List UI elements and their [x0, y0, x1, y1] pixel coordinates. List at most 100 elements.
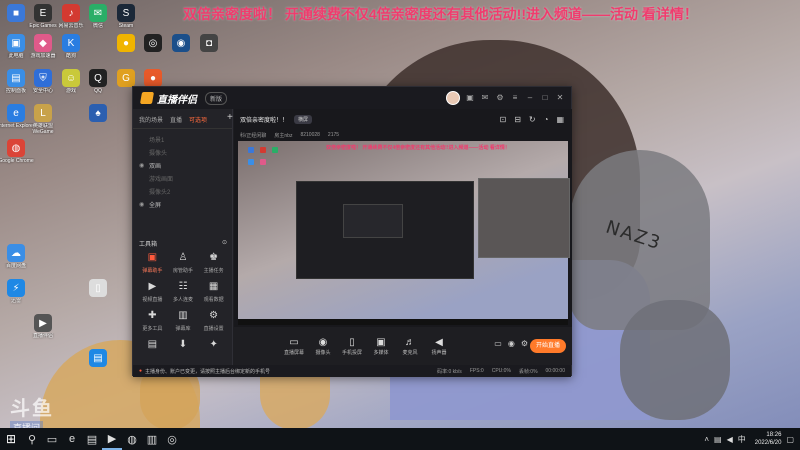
tab-my-scenes[interactable]: 我的场景	[139, 115, 163, 124]
source-icon: ▯	[349, 336, 355, 348]
message-icon[interactable]: ✉	[480, 93, 490, 103]
taskbar-app-icon[interactable]: e	[62, 428, 82, 450]
gear-icon[interactable]: ⚙	[521, 339, 528, 348]
input-method-icon[interactable]: 中	[738, 434, 746, 445]
tool-item[interactable]: ✦	[198, 338, 229, 354]
tool-item[interactable]: ▣ 弹幕助手	[137, 251, 168, 274]
tool-item[interactable]: ▦ 观看数据	[198, 280, 229, 303]
tab-live[interactable]: 直播	[170, 115, 182, 124]
scene-item[interactable]: 场景1	[139, 133, 226, 146]
taskbar-app-icon[interactable]: ▤	[82, 428, 102, 450]
scene-item[interactable]: 摄像头2	[139, 185, 226, 198]
desktop-icon-label	[189, 53, 229, 65]
tool-item[interactable]: ✚ 更多工具	[137, 309, 168, 332]
tool-item[interactable]: ♚ 主播任务	[198, 251, 229, 274]
desktop-icon[interactable]: ⚡ 迅雷	[0, 279, 36, 310]
taskbar-app-icon[interactable]: ◎	[162, 428, 182, 450]
visibility-icon[interactable]: ◉	[139, 201, 145, 208]
desktop-icon[interactable]: ◘	[189, 34, 229, 65]
toolbox-settings-icon[interactable]: ⊙	[222, 239, 227, 248]
source-button[interactable]: ▭ 直播屏幕	[284, 337, 304, 356]
desktop-icon[interactable]: S Steam	[106, 4, 146, 35]
status-notice[interactable]: 主播身份、账户已变更，请按照主播后台绑定新的手机号	[145, 368, 270, 375]
network-icon[interactable]: ▤	[714, 435, 722, 444]
scene-item[interactable]: ◉ 全屏	[139, 198, 226, 211]
desktop-icon[interactable]: ◍ Google Chrome	[0, 139, 36, 170]
visibility-icon[interactable]: ◉	[139, 162, 145, 169]
tool-item[interactable]: ♙ 房管助手	[168, 251, 199, 274]
chevron-up-icon[interactable]: ˄	[704, 435, 709, 444]
taskbar-app-icon[interactable]: ⚲	[22, 428, 42, 450]
app-icon: E	[34, 4, 52, 22]
app-icon: L	[34, 104, 52, 122]
desktop-icon[interactable]: L 英雄联盟 WeGame	[23, 104, 63, 135]
source-toolbar: ▭ 直播屏幕 ◉ 摄像头 ▯ 手机投屏 ▣ 多媒体 ♬ 麦克风 ◀ 扬声器 ▭ ◉ ⚙ 开始直播	[234, 327, 572, 365]
scene-list: 场景1 摄像头 ◉ 双画 游戏画面 摄像头2 ◉ 全屏	[133, 129, 232, 215]
start-icon[interactable]: ⊞	[0, 428, 22, 450]
source-label: 多媒体	[373, 349, 389, 356]
tool-item[interactable]: ▥ 弹幕库	[168, 309, 199, 332]
add-scene-icon[interactable]: +	[227, 112, 233, 123]
scene-label: 全屏	[149, 203, 162, 209]
tool-item[interactable]: ⬇	[168, 338, 199, 354]
source-button[interactable]: ♬ 麦克风	[400, 337, 420, 356]
desktop-icon[interactable]: ♠	[78, 104, 118, 135]
tab-options[interactable]: 可选项	[189, 115, 207, 124]
maximize-icon[interactable]: □	[540, 93, 550, 103]
app-icon: ◆	[34, 34, 52, 52]
tool-label: 多人连麦	[172, 297, 193, 303]
room-category[interactable]: 科/正经闲聊	[240, 132, 266, 139]
source-button[interactable]: ◉ 摄像头	[313, 337, 333, 356]
app-icon: ⛨	[34, 69, 52, 87]
app-titlebar[interactable]: 直播伴侣 新版 ▣ ✉ ⚙ ≡ – □ ✕	[133, 87, 571, 109]
mode-chip[interactable]: 横屏	[294, 114, 313, 124]
room-title[interactable]: 双倍亲密度啦！！	[240, 115, 288, 124]
source-icon: ▭	[289, 336, 299, 348]
desktop-icon[interactable]: ☁ 百度网盘	[0, 244, 36, 275]
lock-icon[interactable]: ⊟	[514, 115, 521, 124]
scene-label: 场景1	[149, 138, 165, 144]
taskbar-app-icon[interactable]: ▭	[42, 428, 62, 450]
titlebar-controls: ▣ ✉ ⚙ ≡ – □ ✕	[446, 91, 565, 105]
scene-label: 摄像头	[149, 151, 168, 157]
refresh-icon[interactable]: ↻	[529, 115, 536, 124]
taskbar-app-icon[interactable]: ▥	[142, 428, 162, 450]
scene-item[interactable]: 摄像头	[139, 146, 226, 159]
close-icon[interactable]: ✕	[555, 93, 565, 103]
marquee-banner: 双倍亲密度啦！ 开通续费不仅4倍亲密度还有其他活动!!进入频道——活动 看详情！	[183, 6, 698, 22]
tool-item[interactable]: ▶ 视频直播	[137, 280, 168, 303]
clock[interactable]: 18:26 2022/6/20	[755, 431, 782, 447]
app-icon: ◍	[7, 139, 25, 157]
taskbar-app-icon[interactable]: ▶	[102, 428, 122, 450]
record-icon[interactable]: ▭	[494, 339, 502, 348]
source-icon: ♬	[405, 336, 415, 348]
screenshot-icon[interactable]: ⊡	[499, 115, 506, 124]
grid-icon[interactable]: ▦	[556, 115, 564, 124]
taskbar-app-icon[interactable]: ◍	[122, 428, 142, 450]
source-label: 手机投屏	[342, 349, 363, 356]
bell-icon[interactable]: ◔	[544, 115, 549, 124]
source-button[interactable]: ◀ 扬声器	[429, 337, 449, 356]
volume-icon[interactable]: ◀	[727, 435, 733, 444]
desktop-icon[interactable]: ▶ 直播伴侣	[23, 314, 63, 345]
camera-overlay[interactable]	[478, 178, 570, 258]
scene-item[interactable]: 游戏画面	[139, 172, 226, 185]
desktop-icon[interactable]: K 酷狗	[51, 34, 91, 65]
desktop-icon[interactable]: ▯	[78, 279, 118, 310]
desktop-icon[interactable]: ▤	[78, 349, 118, 380]
gift-icon[interactable]: ▣	[465, 93, 475, 103]
start-live-button[interactable]: 开始直播	[530, 339, 566, 353]
source-button[interactable]: ▣ 多媒体	[371, 337, 391, 356]
scene-item[interactable]: ◉ 双画	[139, 159, 226, 172]
settings-icon[interactable]: ⚙	[495, 93, 505, 103]
minimize-icon[interactable]: –	[525, 93, 535, 103]
tool-item[interactable]: ⚙ 直播设置	[198, 309, 229, 332]
eye-icon[interactable]: ◉	[508, 339, 515, 348]
avatar[interactable]	[446, 91, 460, 105]
version-badge[interactable]: 新版	[205, 91, 228, 105]
notification-icon[interactable]: ▢	[786, 435, 794, 444]
tool-item[interactable]: ☷ 多人连麦	[168, 280, 199, 303]
menu-icon[interactable]: ≡	[510, 93, 520, 103]
tool-item[interactable]: ▤	[137, 338, 168, 354]
source-button[interactable]: ▯ 手机投屏	[342, 337, 362, 356]
